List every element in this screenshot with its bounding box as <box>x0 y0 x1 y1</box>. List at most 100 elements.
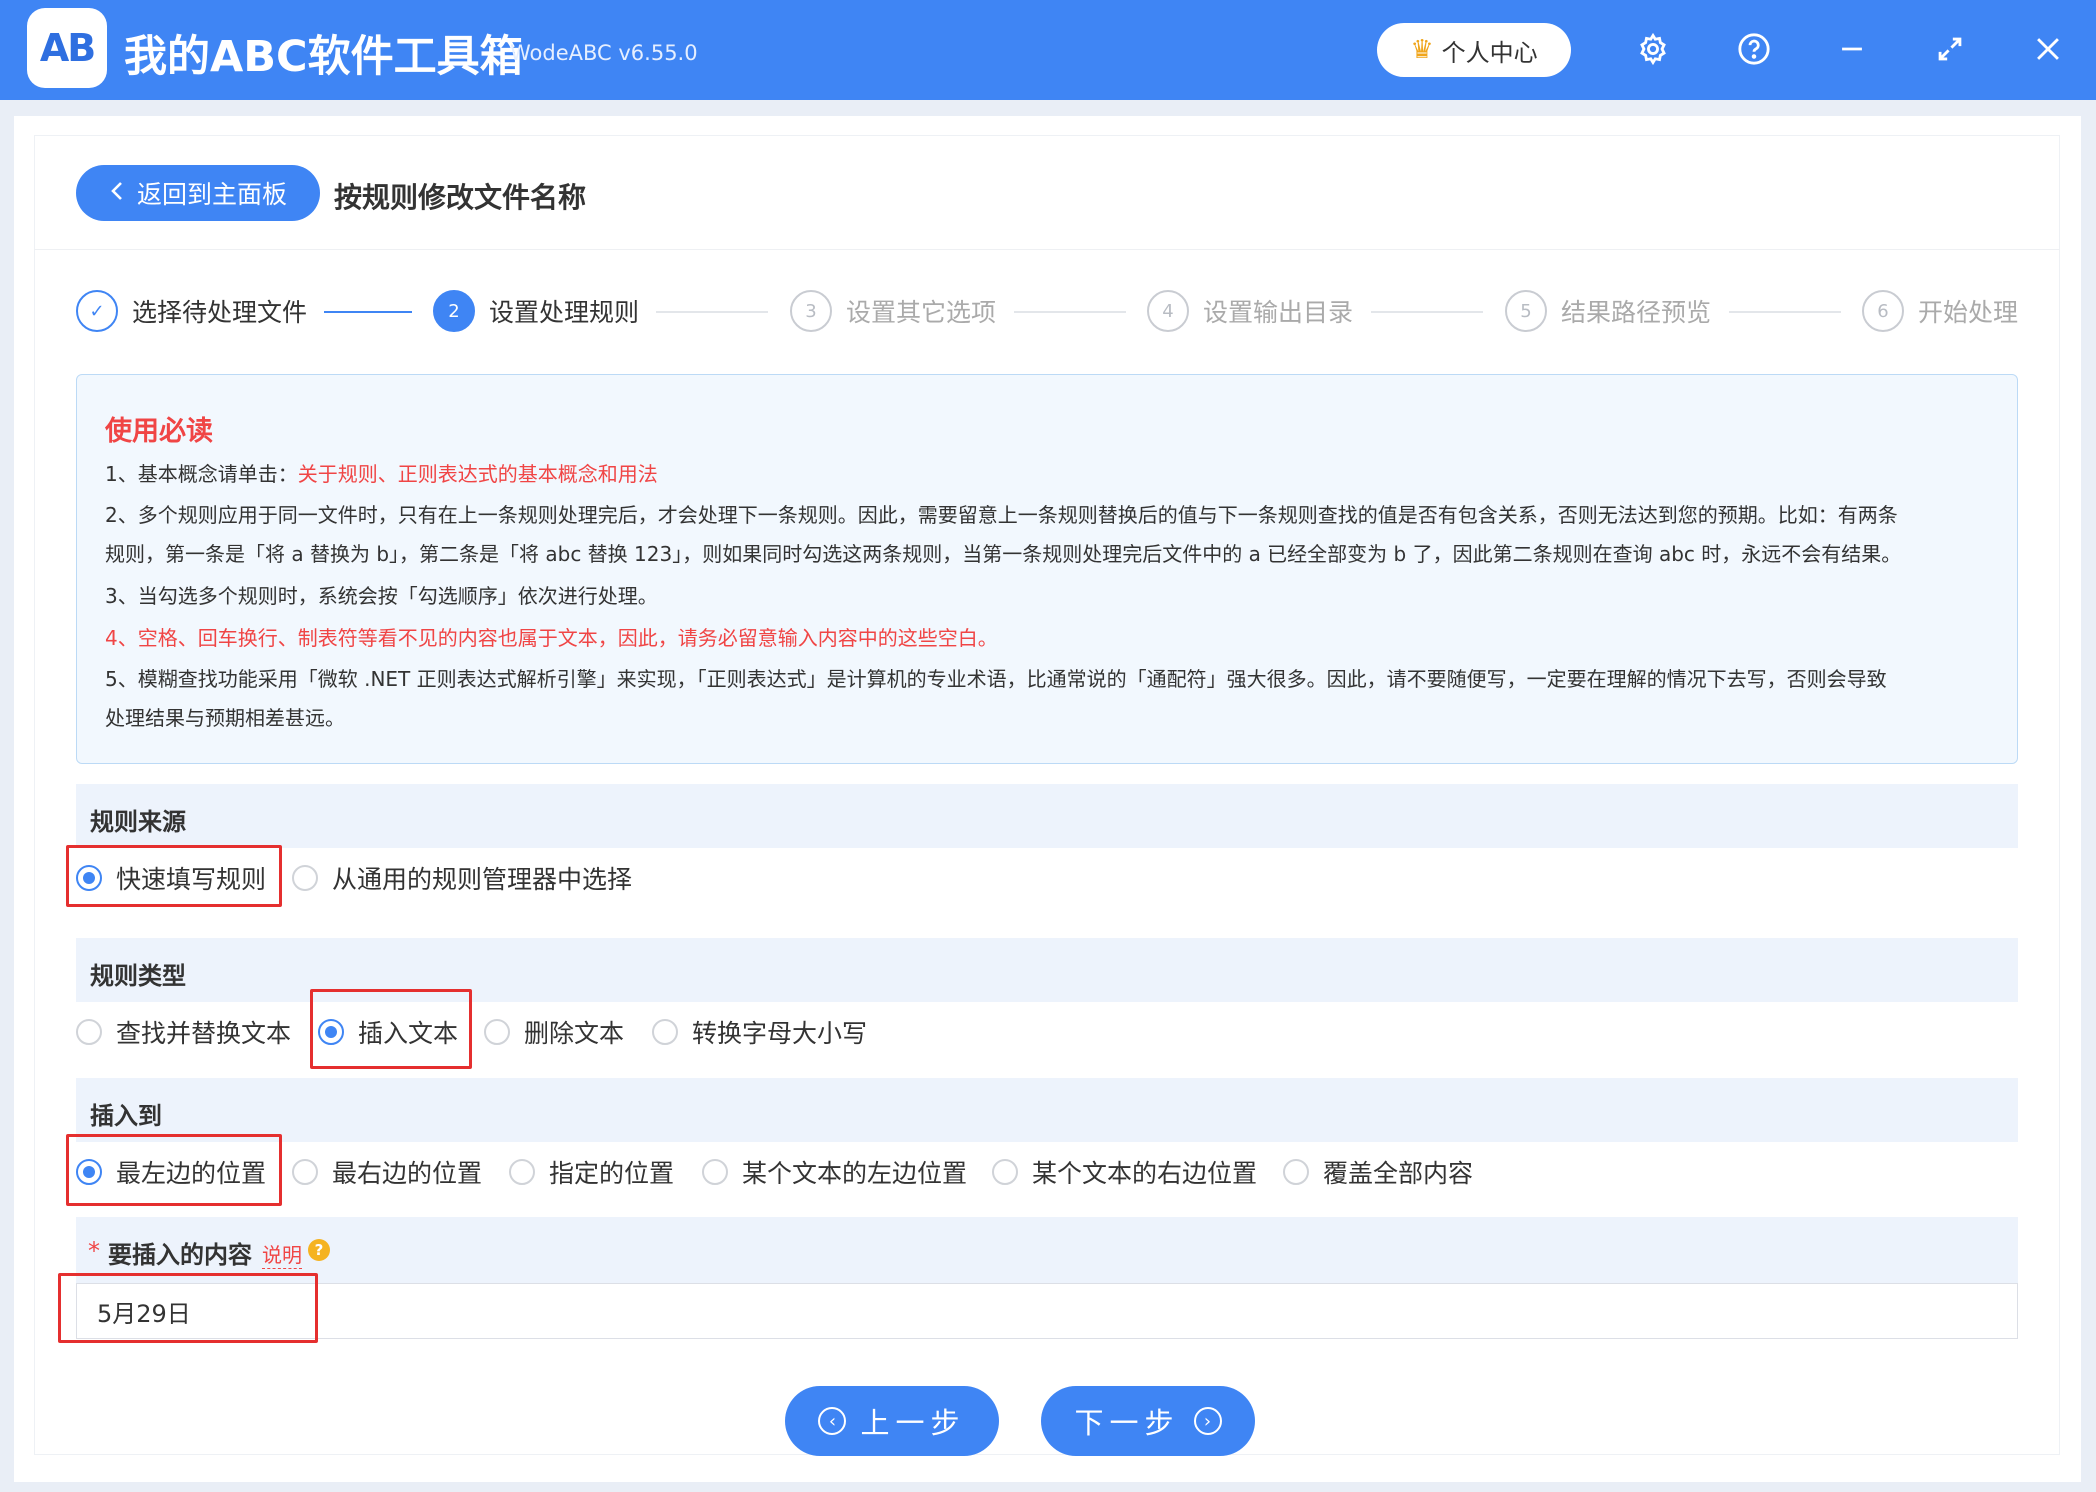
radio-label: 某个文本的左边位置 <box>742 1159 968 1188</box>
rule-type-title: 规则类型 <box>90 962 186 990</box>
concepts-link[interactable]: 关于规则、正则表达式的基本概念和用法 <box>298 462 658 486</box>
step-connector <box>324 311 412 313</box>
prev-step-label: 上一步 <box>860 1406 966 1440</box>
radio-left-of-text[interactable]: 某个文本的左边位置 <box>702 1142 967 1202</box>
step-label: 设置其它选项 <box>846 298 997 327</box>
notice-title: 使用必读 <box>105 416 213 447</box>
step-5: 5 结果路径预览 <box>1505 290 1711 332</box>
radio-label: 指定的位置 <box>549 1159 675 1188</box>
maximize-icon[interactable] <box>1927 26 1973 72</box>
radio-unchecked-icon <box>484 1019 510 1045</box>
radio-label: 覆盖全部内容 <box>1323 1159 1474 1188</box>
radio-unchecked-icon <box>509 1159 535 1185</box>
notice-line-4: 4、空格、回车换行、制表符等看不见的内容也属于文本，因此，请务必留意输入内容中的… <box>105 626 998 650</box>
radio-unchecked-icon <box>702 1159 728 1185</box>
back-to-home-button[interactable]: 返回到主面板 <box>76 165 320 221</box>
radio-label: 查找并替换文本 <box>116 1019 292 1048</box>
notice-line-1: 1、基本概念请单击：关于规则、正则表达式的基本概念和用法 <box>105 455 658 493</box>
step-4: 4 设置输出目录 <box>1147 290 1353 332</box>
chevron-left-icon <box>109 179 127 208</box>
radio-label: 最右边的位置 <box>332 1159 483 1188</box>
notice-line-3: 3、当勾选多个规则时，系统会按「勾选顺序」依次进行处理。 <box>105 584 658 608</box>
question-icon[interactable]: ? <box>308 1239 330 1261</box>
next-step-button[interactable]: 下一步 › <box>1041 1386 1255 1456</box>
step-2: 2 设置处理规则 <box>433 290 639 332</box>
radio-label: 从通用的规则管理器中选择 <box>332 865 633 894</box>
radio-delete-text[interactable]: 删除文本 <box>484 1002 624 1062</box>
prev-step-button[interactable]: ‹ 上一步 <box>785 1386 999 1456</box>
radio-label: 删除文本 <box>524 1019 625 1048</box>
step-connector <box>1371 311 1483 313</box>
radio-label: 某个文本的右边位置 <box>1032 1159 1258 1188</box>
radio-convert-case[interactable]: 转换字母大小写 <box>652 1002 867 1062</box>
step-connector <box>656 311 768 313</box>
insert-to-title: 插入到 <box>90 1102 162 1130</box>
help-link[interactable]: 说明 <box>262 1239 302 1269</box>
radio-find-replace[interactable]: 查找并替换文本 <box>76 1002 291 1062</box>
step-6: 6 开始处理 <box>1862 290 2018 332</box>
insert-to-header: 插入到 <box>76 1078 2018 1142</box>
radio-right-of-text[interactable]: 某个文本的右边位置 <box>992 1142 1257 1202</box>
radio-unchecked-icon <box>292 1159 318 1185</box>
radio-specified-position[interactable]: 指定的位置 <box>509 1142 674 1202</box>
app-title: 我的ABC软件工具箱 <box>124 32 523 82</box>
radio-unchecked-icon <box>992 1159 1018 1185</box>
step-number: 5 <box>1505 290 1547 332</box>
app-version: WodeABC v6.55.0 <box>510 41 698 65</box>
user-center-button[interactable]: ♛ 个人中心 <box>1377 23 1571 77</box>
step-label: 设置处理规则 <box>489 298 640 327</box>
notice-panel: 使用必读 1、基本概念请单击：关于规则、正则表达式的基本概念和用法 2、多个规则… <box>76 374 2018 764</box>
minimize-icon[interactable] <box>1829 26 1875 72</box>
insert-content-input[interactable] <box>76 1283 2018 1339</box>
radio-rightmost[interactable]: 最右边的位置 <box>292 1142 482 1202</box>
radio-unchecked-icon <box>292 865 318 891</box>
insert-content-label: 要插入的内容 <box>108 1241 252 1269</box>
radio-unchecked-icon <box>652 1019 678 1045</box>
title-bar: AB 我的ABC软件工具箱 WodeABC v6.55.0 ♛ 个人中心 <box>0 0 2096 100</box>
notice-line-2a: 2、多个规则应用于同一文件时，只有在上一条规则处理完后，才会处理下一条规则。因此… <box>105 503 1898 527</box>
notice-line-5a: 5、模糊查找功能采用「微软 .NET 正则表达式解析引擎」来实现，「正则表达式」… <box>105 667 1887 691</box>
step-number: 6 <box>1862 290 1904 332</box>
close-icon[interactable] <box>2025 26 2071 72</box>
page-title: 按规则修改文件名称 <box>334 181 587 214</box>
step-connector <box>1729 311 1841 313</box>
circle-chevron-left-icon: ‹ <box>818 1407 847 1435</box>
required-mark: * <box>88 1237 100 1265</box>
notice-line-1-text: 1、基本概念请单击： <box>105 462 298 486</box>
step-label: 选择待处理文件 <box>132 298 308 327</box>
radio-label: 转换字母大小写 <box>692 1019 868 1048</box>
header-divider <box>34 249 2060 250</box>
step-label: 设置输出目录 <box>1203 298 1354 327</box>
app-logo: AB <box>27 8 107 88</box>
step-3: 3 设置其它选项 <box>790 290 996 332</box>
notice-line-2b: 规则，第一条是「将 a 替换为 b」，第二条是「将 abc 替换 123」，则如… <box>105 542 1902 566</box>
help-icon[interactable] <box>1731 26 1777 72</box>
step-connector <box>1014 311 1126 313</box>
radio-unchecked-icon <box>76 1019 102 1045</box>
step-number: 2 <box>433 290 475 332</box>
insert-content-header: * 要插入的内容 说明 ? <box>76 1217 2018 1283</box>
user-center-label: 个人中心 <box>1441 38 1538 67</box>
circle-chevron-right-icon: › <box>1193 1407 1222 1435</box>
step-number: 3 <box>790 290 832 332</box>
highlight-box <box>310 989 472 1069</box>
highlight-box <box>58 1273 318 1343</box>
step-number: 4 <box>1147 290 1189 332</box>
rule-source-title: 规则来源 <box>90 808 186 836</box>
rule-source-header: 规则来源 <box>76 784 2018 848</box>
app-logo-text: AB <box>39 26 96 70</box>
next-step-label: 下一步 <box>1074 1406 1180 1440</box>
crown-icon: ♛ <box>1410 35 1434 65</box>
check-icon: ✓ <box>76 290 118 332</box>
highlight-box <box>66 1134 282 1206</box>
settings-gear-icon[interactable] <box>1630 26 1676 72</box>
radio-unchecked-icon <box>1283 1159 1309 1185</box>
back-button-label: 返回到主面板 <box>136 180 287 209</box>
radio-rule-manager[interactable]: 从通用的规则管理器中选择 <box>292 848 632 908</box>
radio-overwrite-all[interactable]: 覆盖全部内容 <box>1283 1142 1473 1202</box>
highlight-box <box>66 845 282 907</box>
notice-line-5b: 处理结果与预期相差甚远。 <box>105 706 345 730</box>
step-label: 开始处理 <box>1918 298 2019 327</box>
step-1: ✓ 选择待处理文件 <box>76 290 307 332</box>
step-label: 结果路径预览 <box>1561 298 1712 327</box>
